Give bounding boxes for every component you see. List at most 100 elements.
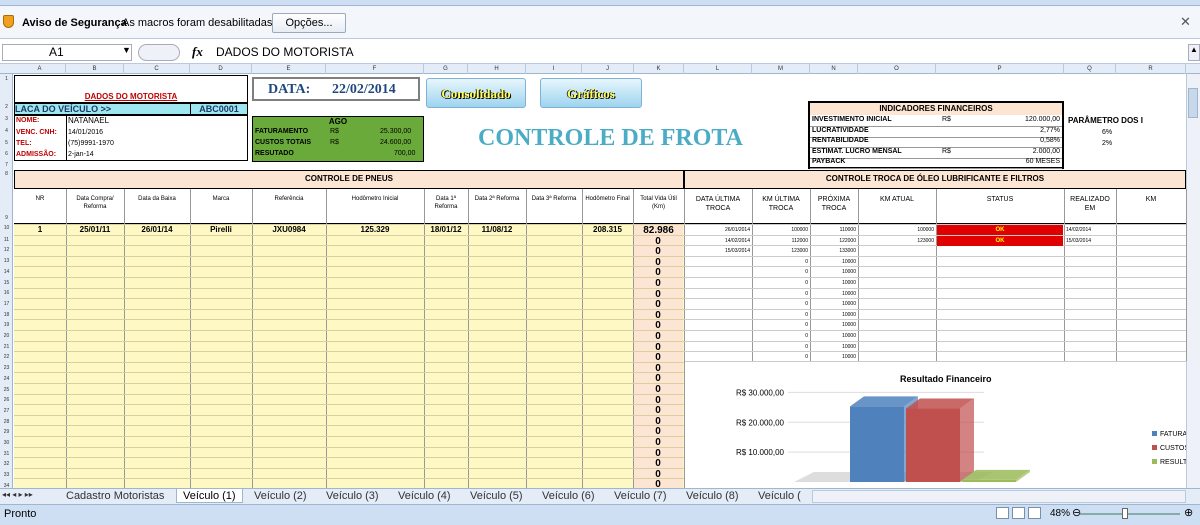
row-header[interactable]: 16	[0, 290, 13, 296]
row-header[interactable]: 25	[0, 387, 13, 393]
row-header[interactable]: 7	[0, 162, 13, 168]
row-header[interactable]: 29	[0, 429, 13, 435]
page-layout-icon[interactable]	[1012, 507, 1025, 519]
close-icon[interactable]: ✕	[1180, 14, 1191, 30]
tel-value[interactable]: (75)9991-1970	[68, 140, 114, 147]
oleo-cell[interactable]: 133000	[810, 248, 856, 254]
consolidado-button[interactable]: Consolidado	[426, 78, 526, 108]
normal-view-icon[interactable]	[996, 507, 1009, 519]
insert-function-button[interactable]: fx	[192, 44, 203, 60]
zoom-slider[interactable]	[1080, 513, 1180, 515]
column-header[interactable]: D	[190, 64, 252, 74]
admissao-value[interactable]: 2-jan-14	[68, 151, 94, 158]
expand-formula-icon[interactable]: ▲	[1188, 44, 1200, 61]
column-header[interactable]: H	[468, 64, 526, 74]
pneus-cell[interactable]: JXU0984	[252, 225, 326, 234]
row-header[interactable]: 32	[0, 461, 13, 467]
oleo-cell[interactable]: 112000	[752, 238, 808, 244]
tab-cadastro[interactable]: Cadastro Motoristas	[60, 489, 170, 503]
column-header[interactable]: M	[752, 64, 810, 74]
nome-value[interactable]: NATANAEL	[68, 116, 109, 125]
oleo-cell[interactable]: 14/02/2014	[684, 238, 750, 244]
row-header[interactable]: 17	[0, 301, 13, 307]
oleo-cell[interactable]: 15/03/2014	[684, 248, 750, 254]
formula-cancel-button[interactable]	[138, 44, 180, 61]
pneus-cell[interactable]: 26/01/14	[124, 225, 190, 234]
oleo-cell[interactable]: 14/02/2014	[1066, 227, 1091, 233]
row-header[interactable]: 20	[0, 333, 13, 339]
row-header[interactable]: 27	[0, 408, 13, 414]
row-header[interactable]: 4	[0, 128, 13, 134]
row-header[interactable]: 9	[0, 215, 13, 221]
row-header[interactable]: 2	[0, 104, 13, 110]
cnh-value[interactable]: 14/01/2016	[68, 129, 103, 136]
tab-veiculo-2[interactable]: Veículo (2)	[248, 489, 313, 503]
tab-veiculo-8[interactable]: Veículo (8)	[680, 489, 745, 503]
oleo-cell[interactable]: 100000	[858, 227, 934, 233]
tab-veiculo-1[interactable]: Veículo (1)	[176, 489, 243, 503]
column-header[interactable]: G	[424, 64, 468, 74]
tab-veiculo-5[interactable]: Veículo (5)	[464, 489, 529, 503]
tab-veiculo-4[interactable]: Veículo (4)	[392, 489, 457, 503]
oleo-cell[interactable]: 122000	[810, 238, 856, 244]
row-header[interactable]: 28	[0, 419, 13, 425]
row-header[interactable]: 5	[0, 140, 13, 146]
column-header[interactable]: R	[1116, 64, 1186, 74]
pneus-cell[interactable]: 18/01/12	[424, 225, 468, 234]
row-header[interactable]: 8	[0, 171, 13, 177]
column-header[interactable]: E	[252, 64, 326, 74]
row-header[interactable]: 24	[0, 376, 13, 382]
column-header[interactable]: P	[936, 64, 1064, 74]
tab-veiculo-6[interactable]: Veículo (6)	[536, 489, 601, 503]
tab-veiculo-9[interactable]: Veículo (	[752, 489, 807, 503]
column-header[interactable]: N	[810, 64, 858, 74]
placa-value[interactable]: ABC0001	[190, 103, 248, 115]
column-header[interactable]: I	[526, 64, 582, 74]
oleo-cell[interactable]: 123000	[752, 248, 808, 254]
vertical-scroll-thumb[interactable]	[1188, 88, 1198, 118]
zoom-in-icon[interactable]: ⊕	[1184, 506, 1193, 519]
row-header[interactable]: 15	[0, 280, 13, 286]
row-header[interactable]: 19	[0, 322, 13, 328]
row-header[interactable]: 13	[0, 258, 13, 264]
row-header[interactable]: 33	[0, 472, 13, 478]
data-value[interactable]: 22/02/2014	[332, 82, 396, 98]
row-header[interactable]: 14	[0, 269, 13, 275]
oleo-cell[interactable]: 100000	[752, 227, 808, 233]
pneus-cell[interactable]: 1	[14, 225, 66, 234]
column-header[interactable]: A	[14, 64, 66, 74]
row-header[interactable]: 18	[0, 312, 13, 318]
page-break-icon[interactable]	[1028, 507, 1041, 519]
vertical-scrollbar[interactable]	[1186, 74, 1200, 488]
row-header[interactable]: 11	[0, 237, 13, 243]
row-header[interactable]: 34	[0, 483, 13, 489]
zoom-slider-thumb[interactable]	[1122, 508, 1128, 519]
chevron-down-icon[interactable]: ▼	[122, 45, 131, 55]
tab-nav-icons[interactable]: ◂◂ ◂ ▸ ▸▸	[2, 490, 33, 499]
row-header[interactable]: 6	[0, 151, 13, 157]
tab-veiculo-3[interactable]: Veículo (3)	[320, 489, 385, 503]
column-header[interactable]: C	[124, 64, 190, 74]
pneus-cell[interactable]: 11/08/12	[468, 225, 526, 234]
row-header[interactable]: 31	[0, 451, 13, 457]
pneus-cell[interactable]: 25/01/11	[66, 225, 124, 234]
pneus-cell[interactable]: 125.329	[326, 225, 424, 234]
row-header[interactable]: 10	[0, 225, 13, 231]
formula-input[interactable]: DADOS DO MOTORISTA	[216, 45, 354, 59]
column-header[interactable]: Q	[1064, 64, 1116, 74]
row-header[interactable]: 1	[0, 76, 13, 82]
oleo-cell[interactable]: 110000	[810, 227, 856, 233]
column-header[interactable]: L	[684, 64, 752, 74]
oleo-cell[interactable]: 123000	[858, 238, 934, 244]
zoom-out-icon[interactable]: ⊖	[1072, 506, 1081, 519]
options-button[interactable]: Opções...	[272, 13, 346, 33]
tab-veiculo-7[interactable]: Veículo (7)	[608, 489, 673, 503]
row-header[interactable]: 22	[0, 354, 13, 360]
column-header[interactable]: K	[634, 64, 684, 74]
column-header[interactable]: J	[582, 64, 634, 74]
row-header[interactable]: 30	[0, 440, 13, 446]
row-header[interactable]: 3	[0, 116, 13, 122]
graficos-button[interactable]: Gráficos	[540, 78, 642, 108]
column-header[interactable]: B	[66, 64, 124, 74]
pneus-cell[interactable]: 82.986	[633, 225, 684, 236]
